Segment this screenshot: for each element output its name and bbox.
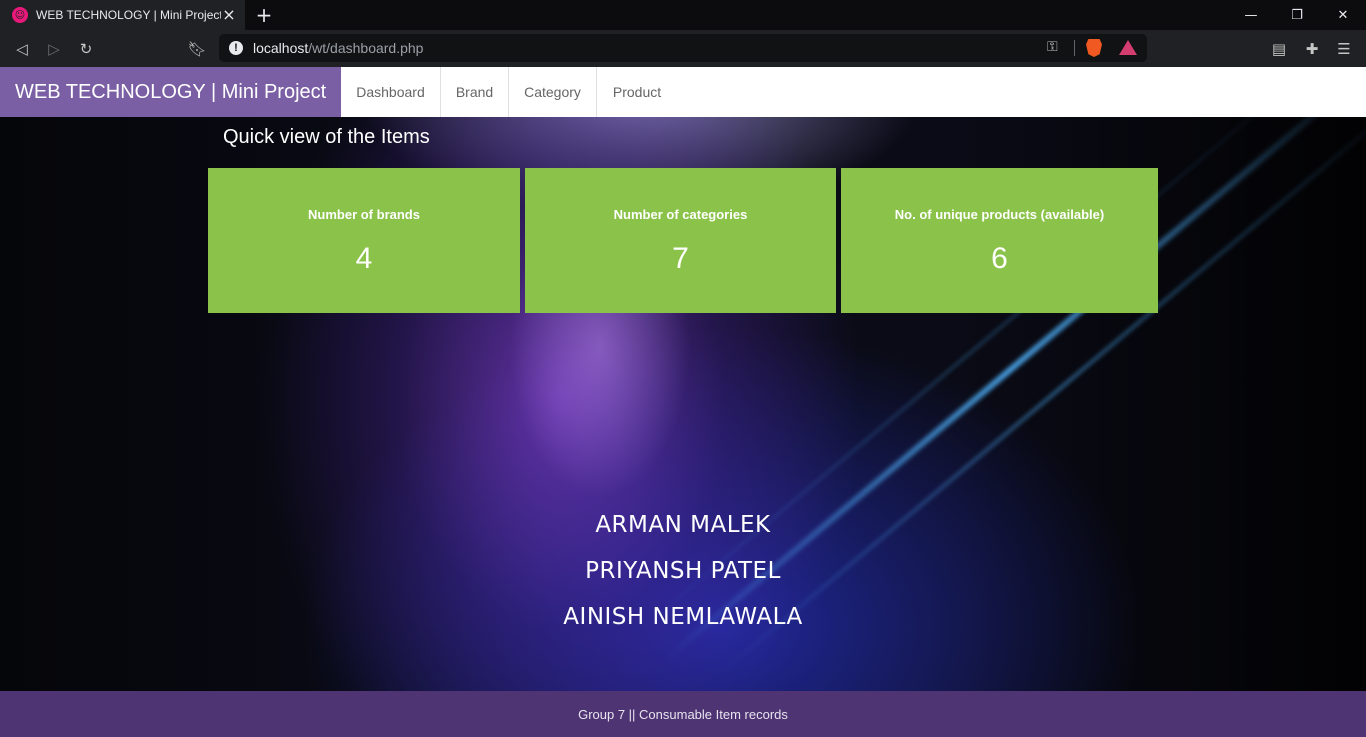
menu-icon[interactable]: ☰ — [1333, 38, 1355, 60]
stat-card-brands: Number of brands 4 — [208, 168, 520, 313]
stat-value: 4 — [355, 242, 373, 275]
url-text: localhost/wt/dashboard.php — [253, 40, 423, 56]
stat-label: Number of brands — [308, 207, 420, 222]
footer-text: Group 7 || Consumable Item records — [578, 706, 788, 722]
browser-toolbar: ◁ ▷ ↻ 🔖︎ ! localhost/wt/dashboard.php ⚿ … — [0, 30, 1366, 67]
page-body: WEB TECHNOLOGY | Mini Project Dashboard … — [0, 67, 1366, 737]
window-close-icon[interactable]: ✕ — [1320, 0, 1366, 30]
back-icon[interactable]: ◁ — [11, 38, 33, 60]
omnibox-divider — [1074, 40, 1075, 56]
brave-shields-icon[interactable] — [1086, 39, 1102, 57]
navbar-brand[interactable]: WEB TECHNOLOGY | Mini Project — [0, 67, 341, 117]
background-light-streak — [624, 67, 1316, 644]
url-path: /wt/dashboard.php — [308, 40, 424, 56]
team-member-name: PRIYANSH PATEL — [585, 558, 781, 584]
nav-category[interactable]: Category — [509, 67, 597, 117]
nav-product[interactable]: Product — [597, 67, 677, 117]
address-bar[interactable]: ! localhost/wt/dashboard.php ⚿ — [219, 34, 1147, 62]
wallet-icon[interactable]: ▤ — [1268, 38, 1290, 60]
page-title: Quick view of the Items — [223, 126, 430, 148]
forward-icon[interactable]: ▷ — [43, 38, 65, 60]
team-member-name: AINISH NEMLAWALA — [563, 604, 803, 630]
brand-title: WEB TECHNOLOGY | Mini Project — [15, 80, 327, 103]
navbar: WEB TECHNOLOGY | Mini Project Dashboard … — [0, 67, 1366, 117]
extensions-icon[interactable]: ✚ — [1301, 38, 1323, 60]
stat-card-categories: Number of categories 7 — [525, 168, 836, 313]
bookmark-icon[interactable]: 🔖︎ — [186, 38, 208, 60]
stat-label: No. of unique products (available) — [894, 207, 1105, 222]
footer: Group 7 || Consumable Item records — [0, 691, 1366, 737]
nav-dashboard[interactable]: Dashboard — [341, 67, 441, 117]
browser-tabstrip: ☺ WEB TECHNOLOGY | Mini Project × + — ❐ … — [0, 0, 1366, 30]
stat-value: 7 — [672, 242, 689, 275]
tab-title: WEB TECHNOLOGY | Mini Project — [36, 8, 221, 22]
minimize-icon[interactable]: — — [1228, 0, 1274, 30]
site-favicon-icon: ☺ — [12, 7, 28, 23]
key-icon[interactable]: ⚿ — [1047, 39, 1058, 55]
stat-card-products: No. of unique products (available) 6 — [841, 168, 1158, 313]
close-tab-icon[interactable]: × — [221, 7, 237, 23]
new-tab-icon[interactable]: + — [254, 5, 274, 25]
restore-icon[interactable]: ❐ — [1274, 0, 1320, 30]
stat-value: 6 — [991, 242, 1008, 275]
brave-rewards-icon[interactable] — [1119, 40, 1137, 55]
reload-icon[interactable]: ↻ — [75, 38, 97, 60]
stat-label: Number of categories — [613, 207, 748, 222]
url-host: localhost — [253, 40, 309, 56]
nav-brand[interactable]: Brand — [441, 67, 509, 117]
site-info-icon[interactable]: ! — [229, 41, 243, 55]
browser-tab[interactable]: ☺ WEB TECHNOLOGY | Mini Project × — [0, 0, 245, 30]
team-member-name: ARMAN MALEK — [595, 512, 771, 538]
